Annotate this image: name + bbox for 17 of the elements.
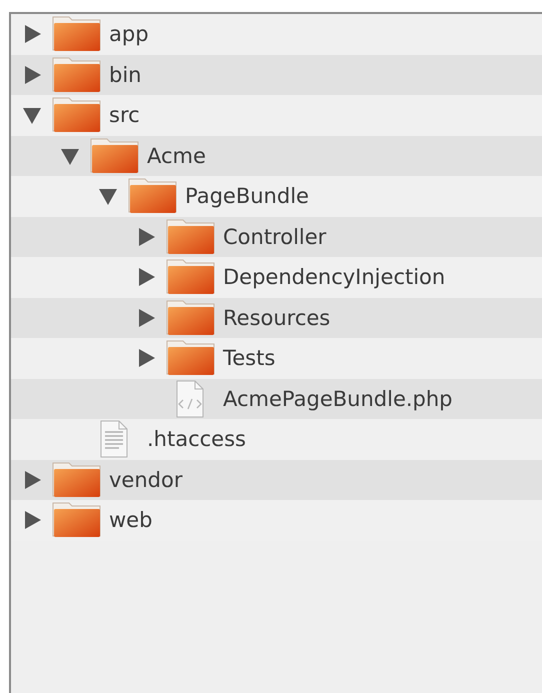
folder-icon <box>165 218 217 256</box>
folder-name[interactable]: PageBundle <box>185 184 309 208</box>
folder-name[interactable]: Tests <box>223 346 276 370</box>
folder-name[interactable]: vendor <box>109 468 182 492</box>
folder-name[interactable]: web <box>109 508 152 532</box>
folder-icon <box>89 136 141 175</box>
file-name[interactable]: .htaccess <box>147 427 246 452</box>
folder-name[interactable]: Resources <box>223 306 330 330</box>
folder-name[interactable]: Acme <box>147 144 206 168</box>
folder-name[interactable]: src <box>109 103 140 128</box>
folder-name[interactable]: Controller <box>223 224 326 249</box>
folder-name[interactable]: app <box>109 22 149 46</box>
folder-icon <box>165 298 217 337</box>
folder-name[interactable]: bin <box>109 62 142 87</box>
folder-icon <box>51 56 103 94</box>
folder-icon <box>51 460 103 499</box>
folder-name[interactable]: DependencyInjection <box>223 265 446 290</box>
